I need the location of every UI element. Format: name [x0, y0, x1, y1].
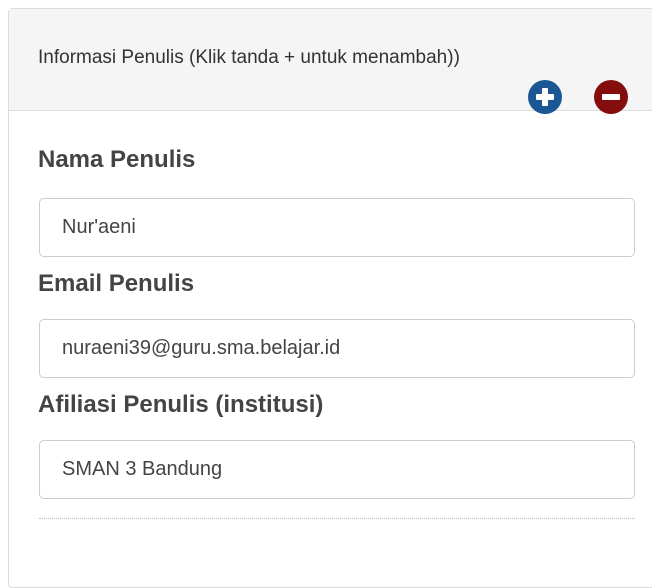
panel-header: Informasi Penulis (Klik tanda + untuk me… — [9, 9, 652, 114]
add-author-button[interactable] — [528, 80, 562, 114]
remove-author-button[interactable] — [594, 80, 628, 114]
author-info-panel: Informasi Penulis (Klik tanda + untuk me… — [8, 8, 652, 588]
author-affiliation-label: Afiliasi Penulis (institusi) — [38, 391, 324, 418]
panel-title: Informasi Penulis (Klik tanda + untuk me… — [38, 47, 460, 68]
author-affiliation-input[interactable] — [39, 440, 635, 499]
author-name-label: Nama Penulis — [38, 146, 196, 173]
author-email-input[interactable] — [39, 319, 635, 378]
author-name-input[interactable] — [39, 198, 635, 257]
author-email-label: Email Penulis — [38, 270, 195, 297]
divider — [39, 518, 635, 519]
